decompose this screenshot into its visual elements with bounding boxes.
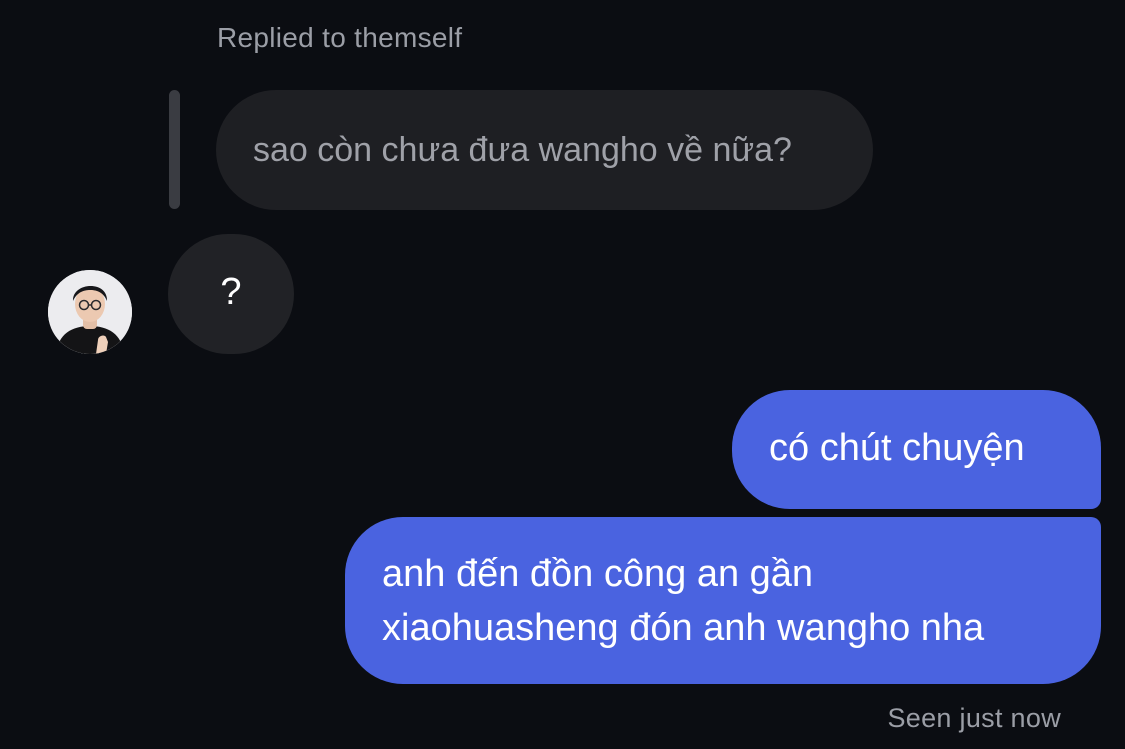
reply-context-label: Replied to themself xyxy=(217,22,463,53)
contact-avatar[interactable] xyxy=(48,270,132,354)
seen-status-label: Seen just now xyxy=(887,703,1061,733)
message-text-line: anh đến đồn công an gần xyxy=(382,553,814,595)
received-message-bubble[interactable]: ? xyxy=(168,234,294,354)
sent-message-bubble[interactable]: có chút chuyện xyxy=(732,390,1101,509)
message-text-line: xiaohuasheng đón anh wangho nha xyxy=(382,607,985,649)
avatar-photo-icon xyxy=(48,270,132,354)
reply-indicator-bar xyxy=(169,90,180,209)
quoted-message-bubble[interactable]: sao còn chưa đưa wangho về nữa? xyxy=(216,90,873,210)
sent-message-bubble[interactable]: anh đến đồn công an gần xiaohuasheng đón… xyxy=(345,517,1101,684)
